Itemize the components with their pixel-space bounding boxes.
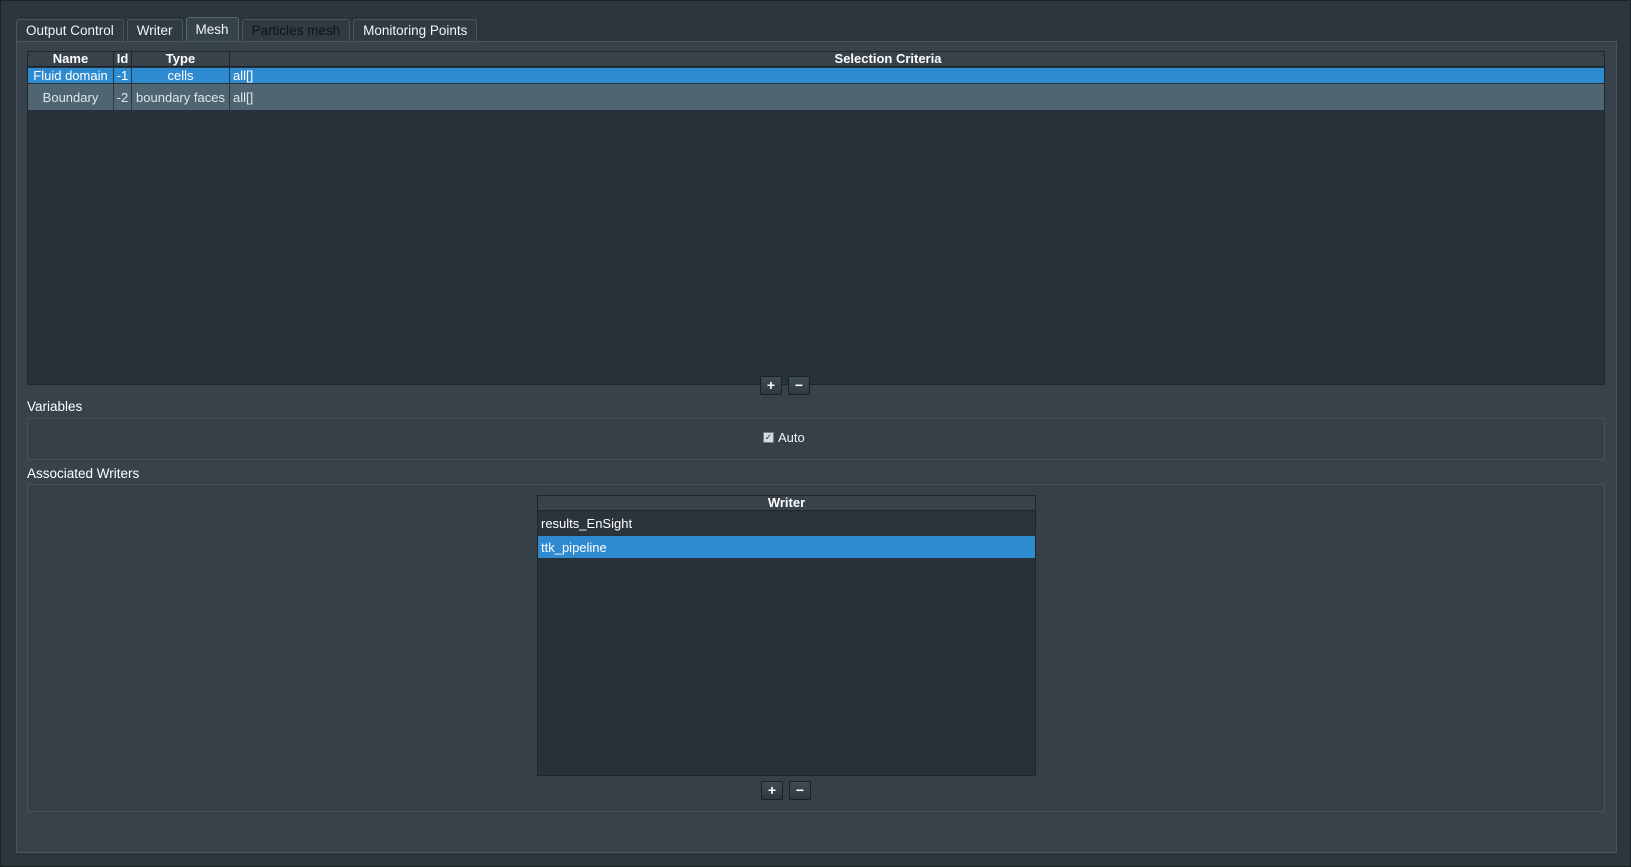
column-header-selection-criteria[interactable]: Selection Criteria xyxy=(230,52,1546,67)
tab-mesh[interactable]: Mesh xyxy=(185,17,239,41)
auto-checkbox-label[interactable]: Auto xyxy=(778,430,805,445)
associated-writers-label: Associated Writers xyxy=(27,466,140,481)
remove-writer-button[interactable]: − xyxy=(789,781,811,800)
auto-checkbox[interactable]: ✓ xyxy=(763,432,774,443)
tab-bar: Output Control Writer Mesh Particles mes… xyxy=(16,17,480,41)
column-header-id[interactable]: Id xyxy=(114,52,132,67)
remove-mesh-button[interactable]: − xyxy=(788,376,810,395)
add-writer-button[interactable]: + xyxy=(761,781,783,800)
tab-particles-mesh: Particles mesh xyxy=(241,19,351,41)
table-row[interactable]: Boundary -2 boundary faces all[] xyxy=(28,84,1604,110)
output-settings-window: Output Control Writer Mesh Particles mes… xyxy=(0,0,1631,867)
add-mesh-button[interactable]: + xyxy=(760,376,782,395)
tab-monitoring-points[interactable]: Monitoring Points xyxy=(353,19,478,41)
cell-type[interactable]: boundary faces xyxy=(132,84,230,110)
column-header-type[interactable]: Type xyxy=(132,52,230,67)
tab-writer[interactable]: Writer xyxy=(126,19,183,41)
cell-type[interactable]: cells xyxy=(132,68,230,83)
cell-id[interactable]: -1 xyxy=(114,68,132,83)
cell-name[interactable]: Boundary xyxy=(28,84,114,110)
cell-selection-criteria[interactable]: all[] xyxy=(230,84,1546,110)
list-item[interactable]: results_EnSight xyxy=(538,512,1035,535)
mesh-buttons: + − xyxy=(760,376,810,395)
mesh-table[interactable]: Name Id Type Selection Criteria Fluid do… xyxy=(27,51,1605,385)
column-header-writer[interactable]: Writer xyxy=(538,496,1035,511)
cell-id[interactable]: -2 xyxy=(114,84,132,110)
cell-selection-criteria[interactable]: all[] xyxy=(230,68,1546,83)
list-item[interactable]: ttk_pipeline xyxy=(538,536,1035,558)
column-header-name[interactable]: Name xyxy=(28,52,114,67)
writer-buttons: + − xyxy=(761,781,811,800)
variables-label: Variables xyxy=(27,399,83,414)
tab-output-control[interactable]: Output Control xyxy=(16,19,124,41)
associated-writers-group: Writer results_EnSight ttk_pipeline + − xyxy=(27,484,1605,812)
table-row[interactable]: Fluid domain -1 cells all[] xyxy=(28,68,1604,83)
variables-group: ✓ Auto xyxy=(27,418,1605,460)
mesh-table-header: Name Id Type Selection Criteria xyxy=(28,52,1604,67)
auto-option[interactable]: ✓ Auto xyxy=(763,430,805,445)
mesh-tab-pane: Name Id Type Selection Criteria Fluid do… xyxy=(16,41,1617,853)
cell-name[interactable]: Fluid domain xyxy=(28,68,114,83)
writer-list[interactable]: Writer results_EnSight ttk_pipeline xyxy=(537,495,1036,776)
